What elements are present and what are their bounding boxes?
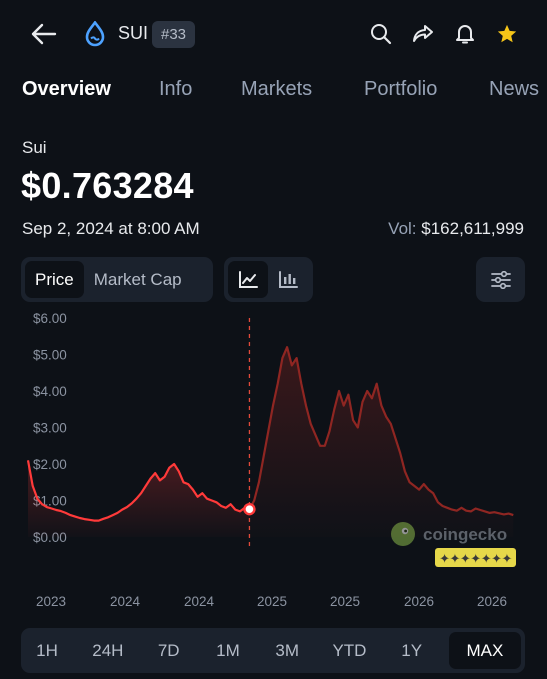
range-7d-button[interactable]: 7D <box>147 632 191 669</box>
tab-news[interactable]: News <box>489 78 539 101</box>
x-tick-label: 2026 <box>404 594 434 609</box>
current-price: $0.763284 <box>21 165 194 206</box>
range-3m-button[interactable]: 3M <box>265 632 309 669</box>
watermark-text: coingecko <box>423 525 507 544</box>
sticker-badge: ✦✦✦✦✦✦✦ <box>435 548 516 567</box>
sticker-text: ✦✦✦✦✦✦✦ <box>439 552 512 567</box>
x-tick-label: 2025 <box>257 594 287 609</box>
share-icon[interactable] <box>411 20 435 48</box>
coingecko-watermark: coingecko <box>391 522 507 546</box>
x-tick-label: 2024 <box>184 594 215 609</box>
header-actions <box>369 20 519 48</box>
sui-logo-icon <box>84 20 106 47</box>
metric-toggle: Price Market Cap <box>21 257 213 302</box>
range-1h-button[interactable]: 1H <box>25 632 69 669</box>
selected-point-marker[interactable] <box>243 502 256 516</box>
x-tick-label: 2024 <box>110 594 141 609</box>
range-max-button[interactable]: MAX <box>448 632 521 669</box>
y-tick-label: $4.00 <box>33 384 67 399</box>
price-chart[interactable]: $0.00$1.00$2.00$3.00$4.00$5.00$6.00 2023… <box>0 308 547 618</box>
sliders-icon[interactable] <box>476 257 525 302</box>
tab-bar: Overview Info Markets Portfolio News <box>0 78 547 112</box>
y-tick-label: $3.00 <box>33 421 67 436</box>
market-cap-toggle-button[interactable]: Market Cap <box>84 261 192 298</box>
chart-type-toggle <box>224 257 313 302</box>
star-icon[interactable] <box>495 20 519 48</box>
volume-readout: Vol: $162,611,999 <box>388 219 524 239</box>
price-timestamp: Sep 2, 2024 at 8:00 AM <box>22 219 200 238</box>
y-tick-label: $2.00 <box>33 457 67 472</box>
tab-portfolio[interactable]: Portfolio <box>364 78 437 101</box>
coin-symbol: SUI <box>118 23 149 43</box>
line-chart-icon[interactable] <box>228 261 268 298</box>
x-tick-label: 2023 <box>36 594 66 609</box>
volume-value: $162,611,999 <box>421 219 524 238</box>
tab-info[interactable]: Info <box>159 78 192 101</box>
y-tick-label: $5.00 <box>33 348 67 363</box>
volume-label: Vol: <box>388 219 417 238</box>
price-toggle-button[interactable]: Price <box>25 261 84 298</box>
time-range-selector: 1H 24H 7D 1M 3M YTD 1Y MAX <box>21 628 525 673</box>
bell-icon[interactable] <box>453 20 477 48</box>
candlestick-icon[interactable] <box>268 261 308 298</box>
back-arrow-icon[interactable] <box>28 19 60 49</box>
top-bar: SUI #33 <box>0 0 547 70</box>
x-tick-label: 2025 <box>330 594 360 609</box>
coin-name: Sui <box>22 138 47 157</box>
range-1m-button[interactable]: 1M <box>206 632 250 669</box>
rank-badge: #33 <box>152 21 196 48</box>
y-tick-label: $6.00 <box>33 311 67 326</box>
range-24h-button[interactable]: 24H <box>84 632 131 669</box>
tab-markets[interactable]: Markets <box>241 78 312 101</box>
range-1y-button[interactable]: 1Y <box>390 632 434 669</box>
search-icon[interactable] <box>369 20 393 48</box>
tab-overview[interactable]: Overview <box>22 78 111 101</box>
x-tick-label: 2026 <box>477 594 507 609</box>
range-ytd-button[interactable]: YTD <box>324 632 374 669</box>
